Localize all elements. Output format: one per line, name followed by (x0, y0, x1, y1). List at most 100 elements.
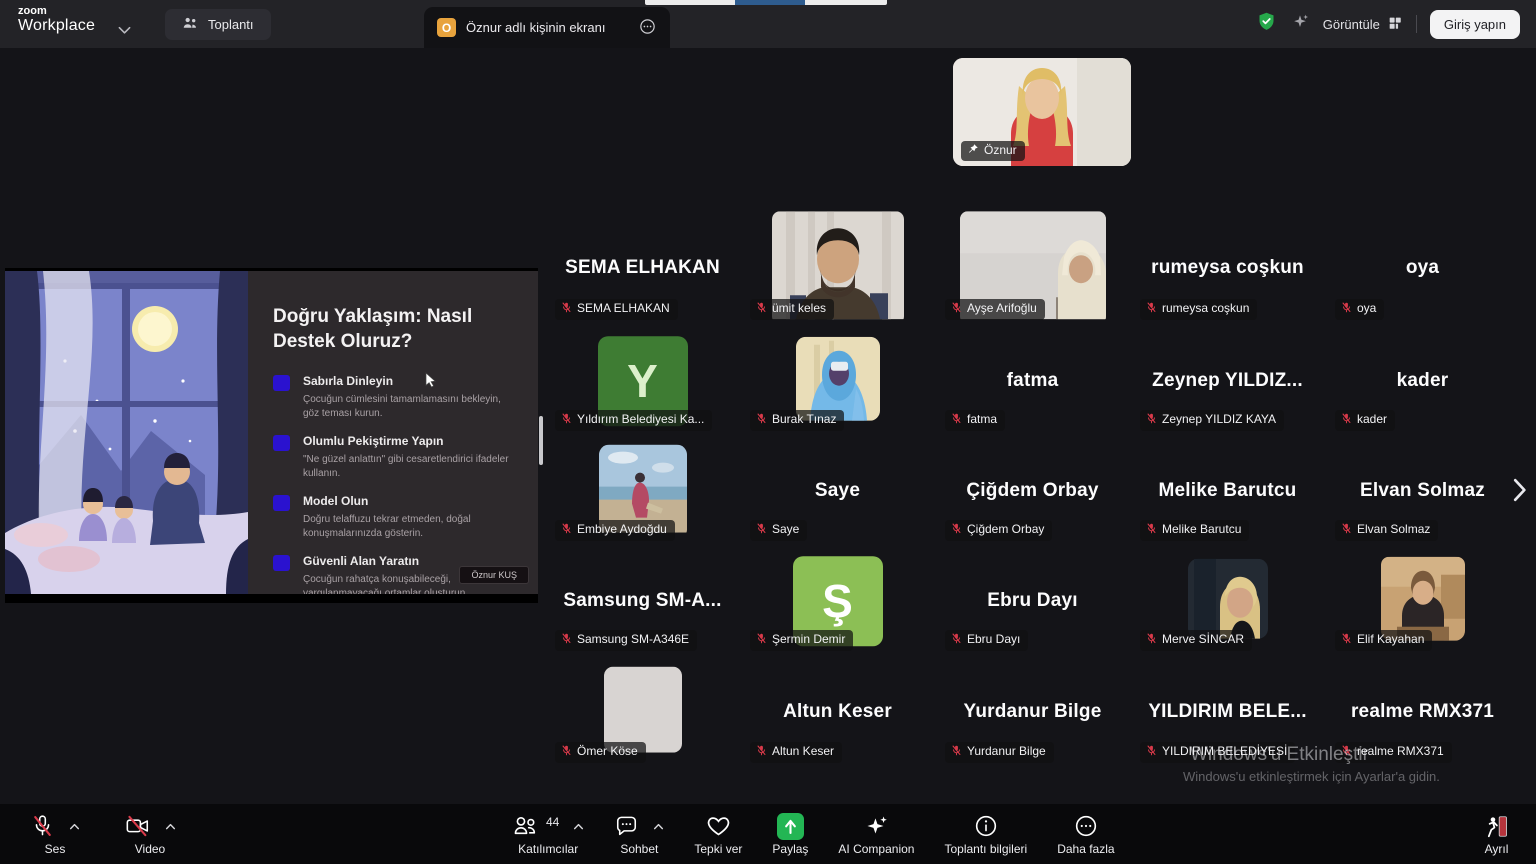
participant-name: kader (1325, 370, 1520, 392)
toolbar-ses-button[interactable]: Ses (30, 811, 80, 856)
participant-label-text: Elif Kayahan (1357, 633, 1424, 646)
chevron-up-icon[interactable] (573, 817, 584, 835)
participant-label: Embiye Aydoğdu (555, 520, 675, 541)
participant-tile[interactable]: SayeSaye (740, 440, 935, 546)
participant-label: Elvan Solmaz (1335, 520, 1438, 541)
participant-tile[interactable]: Burak Tınaz (740, 330, 935, 436)
video-icon (124, 811, 176, 841)
participant-label-text: oya (1357, 302, 1376, 315)
participant-label-text: Yıldırım Belediyesi Ka... (577, 413, 704, 426)
participant-tile[interactable]: Yurdanur BilgeYurdanur Bilge (935, 660, 1130, 768)
participant-tile[interactable]: Çiğdem OrbayÇiğdem Orbay (935, 440, 1130, 546)
participant-tile[interactable]: Ayşe Arifoğlu (935, 215, 1130, 325)
featured-video-oznur[interactable]: Öznur (953, 58, 1131, 166)
mic-muted-icon (1146, 522, 1157, 538)
gallery-scrollbar-thumb[interactable] (539, 416, 543, 465)
participant-tile[interactable]: Melike BarutcuMelike Barutcu (1130, 440, 1325, 546)
participant-name: Melike Barutcu (1130, 480, 1325, 502)
toolbar-tepki-button[interactable]: Tepki ver (694, 811, 742, 856)
participant-tile[interactable]: kader kader (1325, 330, 1520, 436)
tab-share-title: Öznur adlı kişinin ekranı (466, 20, 628, 35)
participant-tile[interactable]: ŞŞermin Demir (740, 550, 935, 656)
slide-bullet: Model OlunDoğru telaffuzu tekrar etmeden… (273, 494, 518, 541)
participant-tile[interactable]: Embiye Aydoğdu (545, 440, 740, 546)
toolbar-daha-button[interactable]: Daha fazla (1057, 811, 1114, 856)
participant-label-text: SEMA ELHAKAN (577, 302, 670, 315)
daha-icon (1073, 811, 1099, 841)
participant-count: 44 (546, 815, 559, 829)
participant-label-text: Ebru Dayı (967, 633, 1020, 646)
participant-tile[interactable]: YYıldırım Belediyesi Ka... (545, 330, 740, 436)
toolbar-right-group: Ayrıl (1483, 811, 1510, 856)
toolbar-sohbet-button[interactable]: Sohbet (614, 811, 664, 856)
tepki-icon (705, 811, 732, 841)
bullet-square-icon (273, 555, 290, 571)
participant-name: Samsung SM-A... (545, 590, 740, 612)
mic-muted-icon (561, 522, 572, 538)
bilgi-icon (973, 811, 999, 841)
toolbar-paylas-button[interactable]: Paylaş (772, 811, 808, 856)
tab-options-icon[interactable] (638, 17, 657, 39)
chevron-up-icon[interactable] (69, 817, 80, 835)
participant-label-text: Samsung SM-A346E (577, 633, 689, 646)
bullet-desc: "Ne güzel anlattın" gibi cesaretlendiric… (303, 453, 518, 481)
mic-muted-icon (1146, 744, 1157, 760)
next-page-button[interactable] (1508, 475, 1532, 505)
participant-tile[interactable]: Merve SİNCAR (1130, 550, 1325, 656)
chevron-down-icon[interactable] (118, 22, 131, 40)
participant-tile[interactable]: Elif Kayahan (1325, 550, 1520, 656)
gallery-layout-icon (1387, 15, 1403, 34)
toolbar-katilimcilar-button[interactable]: 44Katılımcılar (512, 811, 584, 856)
signin-button[interactable]: Giriş yapın (1430, 10, 1520, 39)
participant-tile[interactable]: Ebru Dayı Ebru Dayı (935, 550, 1130, 656)
bullet-title: Olumlu Pekiştirme Yapın (303, 434, 518, 448)
toolbar-video-button[interactable]: Video (124, 811, 176, 856)
mic-muted-icon (1341, 412, 1352, 428)
bullet-square-icon (273, 495, 290, 511)
view-button[interactable]: Görüntüle (1323, 15, 1403, 34)
top-bar: zoom Workplace Toplantı O Öznur adlı kiş… (0, 0, 1536, 48)
katilimcilar-icon: 44 (512, 811, 584, 841)
toolbar-ayril-button[interactable]: Ayrıl (1483, 811, 1510, 856)
participant-label: Ayşe Arifoğlu (945, 299, 1045, 320)
participant-tile[interactable]: fatmafatma (935, 330, 1130, 436)
participant-tile[interactable]: Elvan SolmazElvan Solmaz (1325, 440, 1520, 546)
mic-muted-icon (756, 522, 767, 538)
participant-tile[interactable]: Altun KeserAltun Keser (740, 660, 935, 768)
toolbar-ai-button[interactable]: AI Companion (838, 811, 914, 856)
participant-label: Burak Tınaz (750, 410, 844, 431)
mic-muted-icon (951, 632, 962, 648)
participant-label-text: Ayşe Arifoğlu (967, 302, 1037, 315)
toolbar-bilgi-button[interactable]: Toplantı bilgileri (944, 811, 1027, 856)
participant-label: kader (1335, 410, 1395, 431)
participant-label: fatma (945, 410, 1005, 431)
mic-muted-icon (1341, 632, 1352, 648)
participant-tile[interactable]: rumeysa coşkunrumeysa coşkun (1130, 215, 1325, 325)
divider (1416, 15, 1417, 33)
participant-label: Ebru Dayı (945, 630, 1028, 651)
chevron-up-icon[interactable] (165, 817, 176, 835)
mic-muted-icon (756, 412, 767, 428)
tab-screen-share[interactable]: O Öznur adlı kişinin ekranı (424, 7, 670, 48)
participant-label-text: realme RMX371 (1357, 745, 1444, 758)
participant-label-text: fatma (967, 413, 997, 426)
mic-muted-icon (1341, 301, 1352, 317)
tab-meeting[interactable]: Toplantı (165, 9, 271, 40)
mic-muted-icon (756, 744, 767, 760)
ses-icon (30, 811, 80, 841)
participant-tile[interactable]: Zeynep YILDIZ...Zeynep YILDIZ KAYA (1130, 330, 1325, 436)
participant-tile[interactable]: SEMA ELHAKANSEMA ELHAKAN (545, 215, 740, 325)
chevron-up-icon[interactable] (653, 817, 664, 835)
participant-tile[interactable]: Samsung SM-A... Samsung SM-A346E (545, 550, 740, 656)
participant-name: Çiğdem Orbay (935, 480, 1130, 502)
sohbet-icon (614, 811, 664, 841)
toolbar-label: AI Companion (838, 842, 914, 856)
participant-tile[interactable]: ümit keles (740, 215, 935, 325)
mic-muted-icon (756, 632, 767, 648)
participant-tile[interactable]: oyaoya (1325, 215, 1520, 325)
shared-screen[interactable]: Doğru Yaklaşım: Nasıl Destek Oluruz? Sab… (5, 268, 538, 603)
slide-illustration (5, 271, 248, 594)
participant-name: Ebru Dayı (935, 590, 1130, 612)
share-tab-avatar: O (437, 18, 456, 37)
participant-tile[interactable]: Ömer Köse (545, 660, 740, 768)
